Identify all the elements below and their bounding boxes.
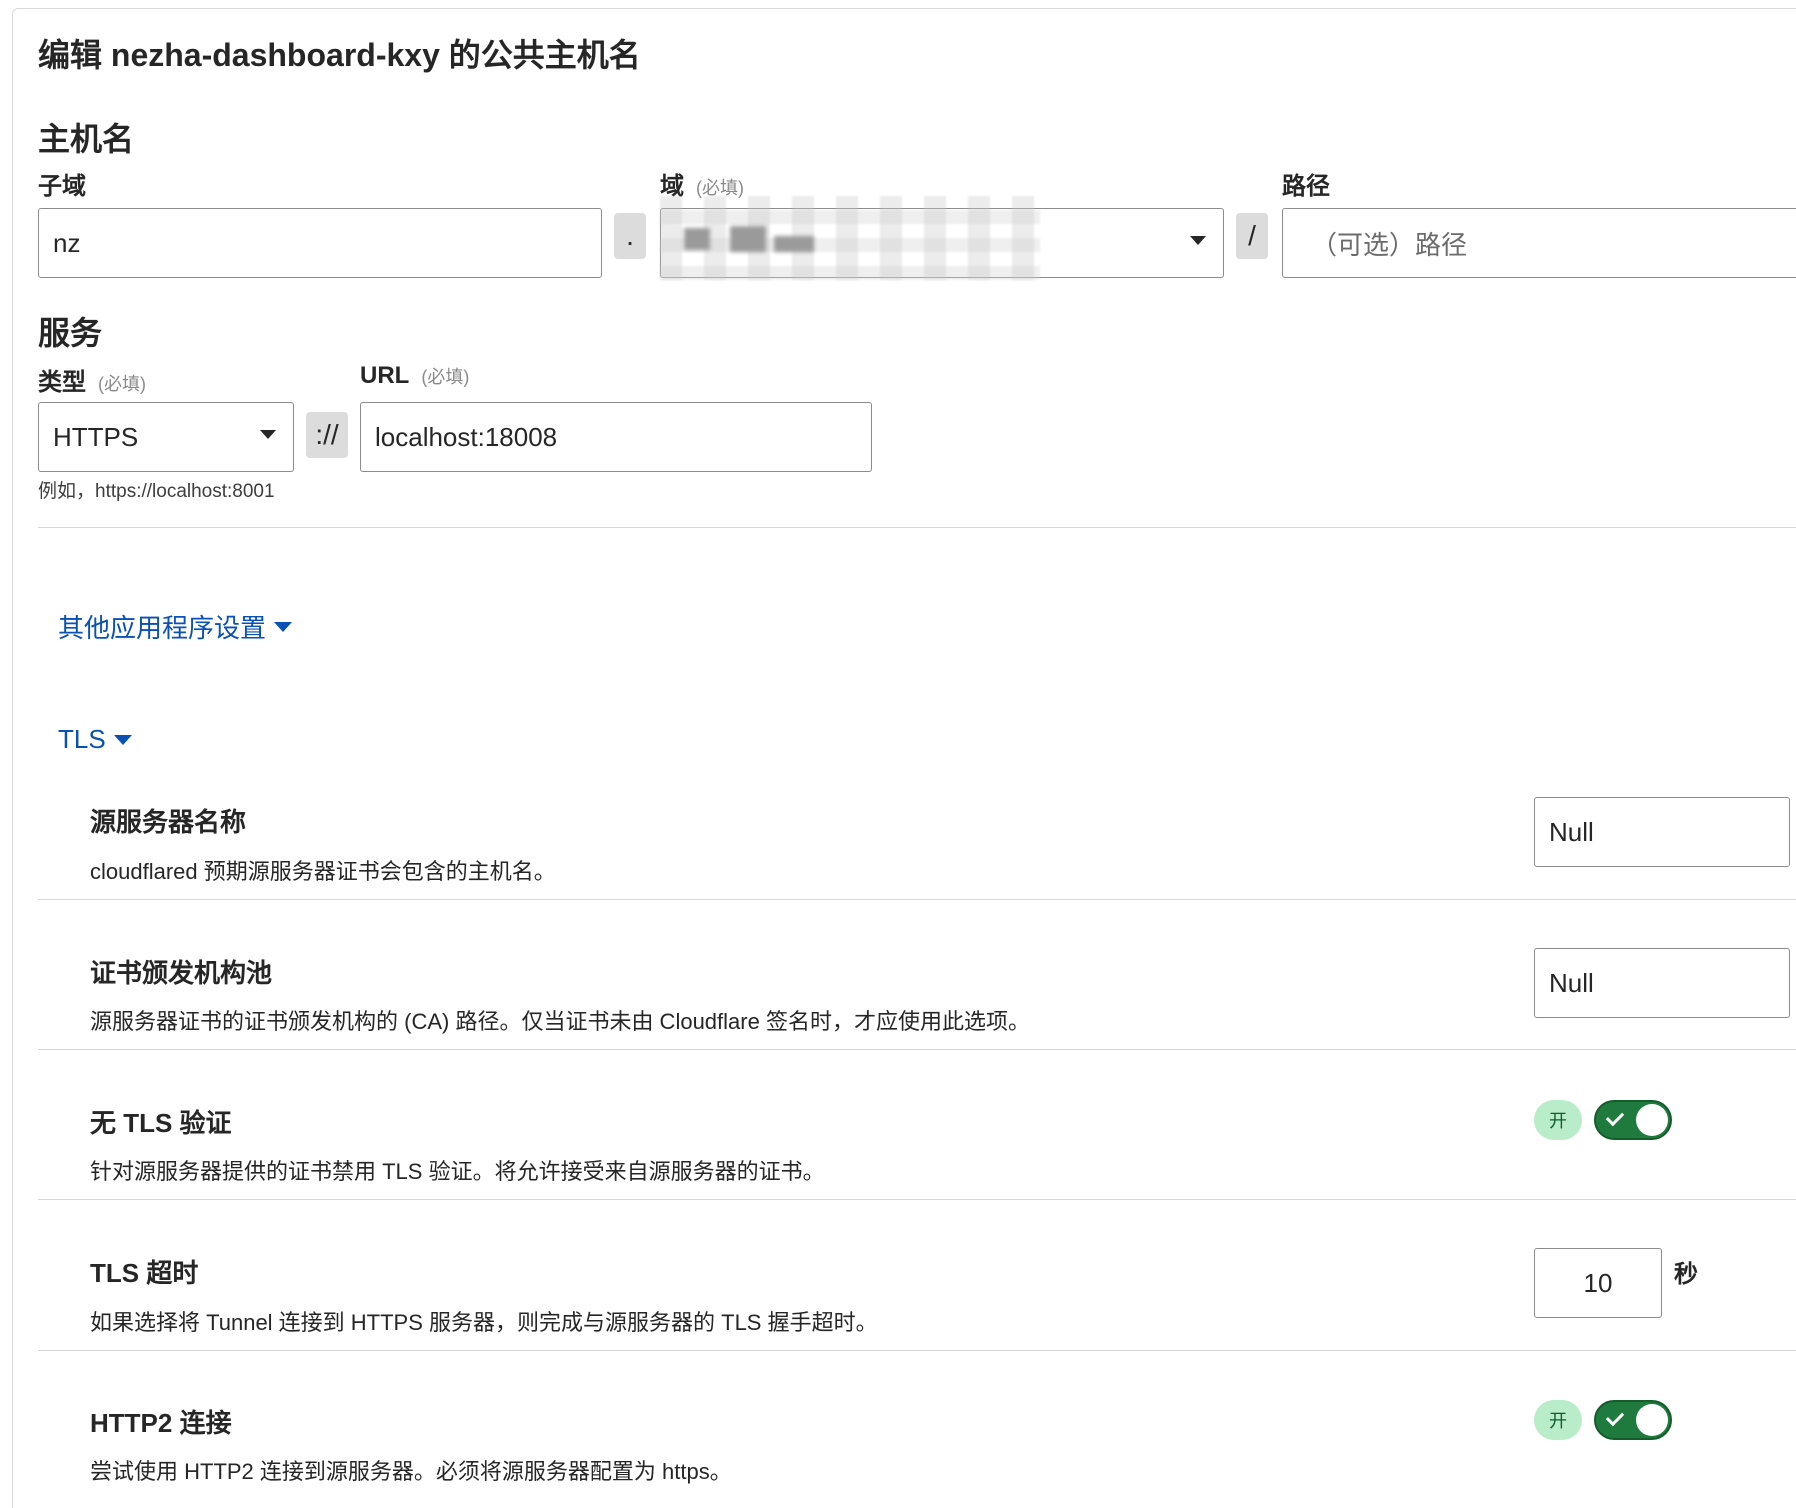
subdomain-input[interactable]: nz	[38, 208, 602, 278]
chevron-down-icon[interactable]	[1190, 236, 1206, 245]
dot-separator: .	[614, 213, 646, 259]
ca-pool-title: 证书颁发机构池	[90, 958, 273, 988]
origin-server-name-title: 源服务器名称	[90, 807, 247, 837]
divider	[38, 1049, 1796, 1050]
service-section-title: 服务	[38, 315, 103, 351]
divider	[38, 1199, 1796, 1200]
type-label: 类型 (必填)	[38, 369, 146, 396]
tls-timeout-title: TLS 超时	[90, 1258, 199, 1288]
url-input[interactable]: localhost:18008	[360, 402, 872, 472]
http2-origin-status-badge: 开	[1534, 1400, 1582, 1440]
ca-pool-input[interactable]: Null	[1534, 948, 1790, 1018]
redacted-blot	[774, 236, 814, 252]
tls-timeout-unit: 秒	[1674, 1261, 1698, 1288]
no-tls-verify-toggle[interactable]	[1594, 1100, 1672, 1140]
http2-origin-desc: 尝试使用 HTTP2 连接到源服务器。必须将源服务器配置为 https。	[90, 1459, 732, 1484]
subdomain-label: 子域	[38, 173, 86, 200]
page-title: 编辑 nezha-dashboard-kxy 的公共主机名	[38, 37, 641, 73]
service-type-select[interactable]: HTTPS	[38, 402, 294, 472]
other-app-settings-label: 其他应用程序设置	[58, 613, 267, 643]
redacted-blot	[730, 226, 766, 252]
domain-required-hint: (必填)	[696, 178, 744, 198]
divider	[38, 899, 1796, 900]
url-required-hint: (必填)	[421, 367, 470, 387]
caret-down-icon	[113, 734, 132, 745]
toggle-knob	[1636, 1104, 1668, 1136]
http2-origin-title: HTTP2 连接	[90, 1408, 232, 1438]
redacted-blot	[684, 228, 710, 250]
path-input[interactable]: （可选）路径	[1282, 208, 1796, 278]
tls-timeout-input[interactable]: 10	[1534, 1248, 1662, 1318]
no-tls-verify-desc: 针对源服务器提供的证书禁用 TLS 验证。将允许接受来自源服务器的证书。	[90, 1159, 825, 1184]
no-tls-verify-title: 无 TLS 验证	[90, 1108, 232, 1138]
divider	[38, 1350, 1796, 1351]
service-example-hint: 例如，https://localhost:8001	[38, 481, 275, 502]
tls-timeout-desc: 如果选择将 Tunnel 连接到 HTTPS 服务器，则完成与源服务器的 TLS…	[90, 1310, 878, 1335]
no-tls-verify-status-badge: 开	[1534, 1100, 1582, 1140]
toggle-knob	[1636, 1404, 1668, 1436]
tls-section-label: TLS	[58, 724, 106, 754]
origin-server-name-input[interactable]: Null	[1534, 797, 1790, 867]
http2-origin-toggle[interactable]	[1594, 1400, 1672, 1440]
divider	[38, 527, 1796, 528]
slash-separator: /	[1236, 213, 1268, 259]
tls-section-toggle[interactable]: TLS	[58, 724, 132, 755]
redacted-domain	[660, 196, 1040, 280]
hostname-section-title: 主机名	[38, 121, 135, 157]
origin-server-name-desc: cloudflared 预期源服务器证书会包含的主机名。	[90, 859, 556, 884]
url-label: URL (必填)	[360, 362, 470, 389]
ca-pool-desc: 源服务器证书的证书颁发机构的 (CA) 路径。仅当证书未由 Cloudflare…	[90, 1009, 1030, 1034]
check-icon	[1605, 1107, 1625, 1127]
type-required-hint: (必填)	[98, 374, 146, 394]
chevron-down-icon[interactable]	[260, 430, 276, 439]
other-app-settings-toggle[interactable]: 其他应用程序设置	[58, 608, 293, 645]
scheme-separator: ://	[306, 412, 348, 458]
path-label: 路径	[1282, 173, 1330, 200]
caret-down-icon	[274, 621, 293, 632]
check-icon	[1605, 1407, 1625, 1427]
